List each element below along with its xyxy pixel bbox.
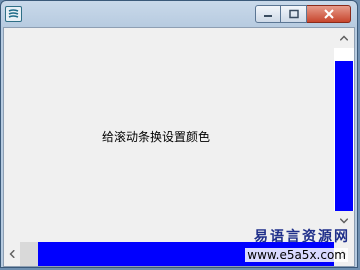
title-bar[interactable] (1, 1, 357, 26)
chevron-up-icon (340, 35, 348, 41)
caption-buttons (255, 5, 351, 24)
watermark-url: www.e5a5x.com (245, 248, 348, 262)
vertical-scrollbar[interactable] (334, 28, 354, 231)
watermark-brand: 易语言资源网 (254, 229, 350, 245)
maximize-icon (288, 9, 299, 19)
horizontal-scroll-track[interactable] (20, 242, 38, 266)
minimize-icon (264, 15, 272, 17)
close-icon (323, 9, 334, 19)
app-window: 给滚动条换设置颜色 易语言资源网 www.e5a5x.com (0, 0, 358, 268)
minimize-button[interactable] (255, 5, 281, 23)
vertical-scroll-thumb[interactable] (335, 61, 353, 211)
content-label: 给滚动条换设置颜色 (102, 130, 211, 144)
chevron-down-icon (340, 218, 348, 224)
maximize-button[interactable] (281, 5, 307, 23)
app-icon[interactable] (5, 6, 22, 22)
chevron-left-icon (9, 250, 15, 258)
scroll-up-button[interactable] (334, 28, 354, 48)
close-button[interactable] (307, 5, 351, 23)
client-area: 给滚动条换设置颜色 易语言资源网 www.e5a5x.com (3, 27, 355, 267)
scroll-left-button[interactable] (4, 242, 20, 266)
